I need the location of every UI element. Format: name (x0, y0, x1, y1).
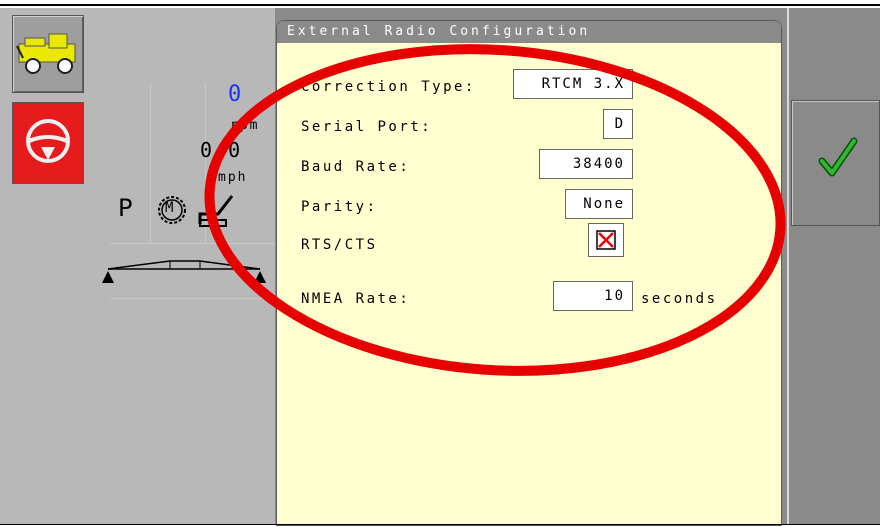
baud-rate-label: Baud Rate: (301, 159, 411, 175)
parity-label: Parity: (301, 199, 378, 215)
top-border (0, 4, 880, 6)
gear-indicator: P (118, 194, 133, 222)
mode-letter: M (165, 200, 174, 216)
rpm-value: 0 (228, 82, 242, 107)
correction-type-label: Correction Type: (301, 79, 476, 95)
bottom-border (0, 524, 880, 525)
gauge-divider (150, 83, 151, 243)
vehicle-button[interactable] (12, 15, 84, 93)
correction-type-field[interactable]: RTCM 3.X (513, 69, 633, 99)
nmea-rate-label: NMEA Rate: (301, 291, 411, 307)
nmea-rate-unit: seconds (641, 291, 718, 307)
gauge-divider (110, 243, 275, 244)
tractor-icon (16, 33, 76, 74)
gauge-divider (110, 298, 275, 299)
serial-port-label: Serial Port: (301, 119, 433, 135)
dialog-title: External Radio Configuration (277, 21, 781, 43)
baud-rate-field[interactable]: 38400 (539, 149, 633, 179)
speed-unit: mph (218, 170, 248, 185)
boom-icon (102, 260, 266, 283)
rts-cts-checkbox[interactable] (588, 223, 624, 257)
parity-field[interactable]: None (565, 189, 633, 219)
nmea-rate-field[interactable]: 10 (553, 281, 633, 311)
steering-wheel-icon (26, 119, 70, 163)
throttle-lever-icon (198, 195, 234, 227)
serial-port-field[interactable]: D (603, 109, 633, 139)
confirm-button[interactable] (791, 100, 880, 226)
autosteer-button[interactable] (12, 102, 84, 184)
rts-cts-label: RTS/CTS (301, 237, 378, 253)
external-radio-config-dialog: External Radio Configuration Correction … (276, 20, 782, 526)
rpm-unit: rpm (230, 118, 260, 133)
display-screen: 0 rpm 0.0 mph P M External Radio Configu… (0, 8, 880, 526)
x-mark-icon (596, 230, 616, 250)
right-button-column (787, 8, 880, 524)
checkmark-icon (818, 137, 858, 177)
speed-value: 0.0 (200, 138, 243, 162)
left-status-panel: 0 rpm 0.0 mph P M (0, 8, 275, 524)
